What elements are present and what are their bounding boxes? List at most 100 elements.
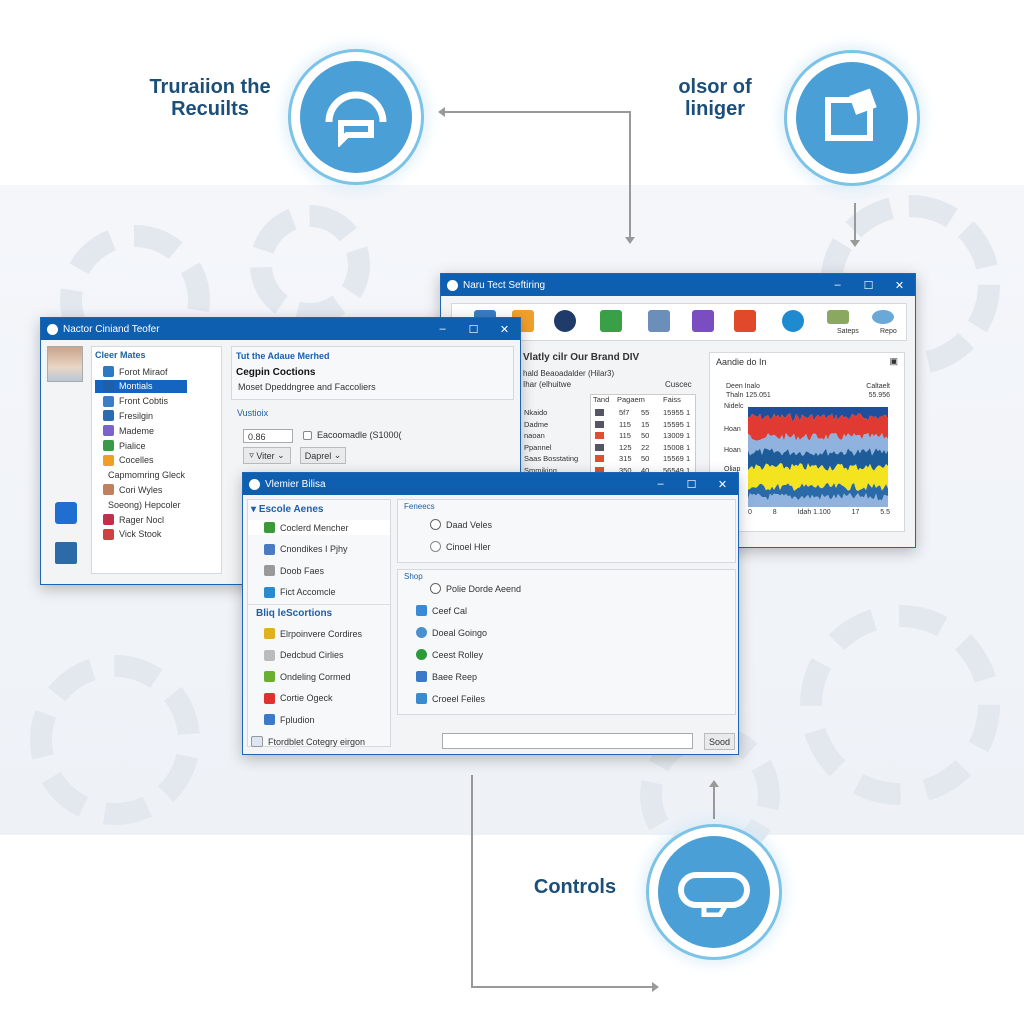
- list-item[interactable]: Cori Wyles: [95, 483, 187, 496]
- title-bar[interactable]: Naru Tect Seftiring – ☐ ✕: [441, 274, 915, 296]
- row-name: Ppannel: [524, 442, 552, 452]
- row-name: Nkaido: [524, 408, 548, 417]
- item-icon: [103, 425, 114, 437]
- tree-item[interactable]: Cnondikes I Pjhy: [248, 542, 390, 557]
- value-input[interactable]: 0.86: [243, 429, 293, 443]
- arrow-up-icon: [709, 780, 719, 787]
- tree-item[interactable]: Ondeling Cormed: [264, 671, 351, 682]
- close-button[interactable]: ✕: [489, 323, 520, 336]
- col-header: Pagaem: [617, 395, 645, 404]
- radio-option[interactable]: Cinoel Hler: [430, 541, 491, 552]
- shop-item[interactable]: Ceest Rolley: [416, 649, 483, 660]
- connector-line: [471, 775, 473, 987]
- panel-button[interactable]: Daprel ⌄: [300, 447, 346, 464]
- tree-item[interactable]: Fict Accomcle: [248, 585, 390, 600]
- tree-group[interactable]: ▾ Escole Aenes: [251, 504, 323, 515]
- tree-item[interactable]: Fpludion: [264, 714, 315, 725]
- list-item[interactable]: Rager Nocl: [95, 513, 187, 526]
- filter-button[interactable]: ▿ Viter ⌄: [243, 447, 291, 464]
- arrow-left-icon: [438, 107, 445, 117]
- chart-label: 55.956: [868, 392, 890, 399]
- maximize-button[interactable]: ☐: [676, 478, 707, 491]
- toolbar-button-icon[interactable]: [872, 310, 894, 324]
- toolbar-button-icon[interactable]: [554, 310, 576, 332]
- search-input[interactable]: [442, 733, 693, 749]
- device-icon[interactable]: [55, 542, 77, 564]
- tree-item[interactable]: Cortie Ogeck: [264, 692, 333, 704]
- list-item[interactable]: Mademe: [95, 424, 187, 437]
- list-item-label: Mademe: [119, 425, 155, 436]
- item-icon: [416, 605, 427, 616]
- button-label: Viter: [256, 450, 275, 461]
- title-bar[interactable]: Vlemier Bilisa – ☐ ✕: [243, 473, 738, 495]
- maximize-button[interactable]: ☐: [458, 323, 489, 336]
- send-button[interactable]: Sood: [704, 733, 735, 750]
- checkbox-icon[interactable]: [303, 430, 312, 440]
- list-item[interactable]: Forot Miraof: [95, 365, 187, 378]
- list-item[interactable]: Vick Stook: [95, 528, 187, 541]
- tree-item[interactable]: Doob Faes: [248, 563, 390, 578]
- export-icon[interactable]: ▣: [889, 356, 898, 367]
- toolbar-button-icon[interactable]: [600, 310, 622, 332]
- button-label: Daprel: [304, 450, 332, 461]
- x-label: 17: [851, 509, 860, 516]
- window-member-bills: Vlemier Bilisa – ☐ ✕ ▾ Escole Aenes Coclerd…: [242, 472, 739, 755]
- item-icon: [264, 543, 275, 555]
- tree-item[interactable]: Elrpoinvere Cordires: [264, 628, 362, 639]
- list-item[interactable]: Fresilgin: [95, 409, 187, 422]
- toolbar-button-icon[interactable]: [692, 310, 714, 332]
- shop-item[interactable]: Croeel Feiles: [416, 693, 485, 704]
- tree-group[interactable]: Bliq leScortions: [256, 608, 332, 619]
- list-item[interactable]: Capmomring Gleck: [95, 469, 187, 482]
- toolbar-button-icon[interactable]: [734, 310, 756, 332]
- radio-icon[interactable]: [430, 541, 441, 552]
- group-label: Escole Aenes: [258, 504, 324, 515]
- item-icon: [264, 671, 275, 682]
- list-item[interactable]: Cocelles: [95, 454, 187, 467]
- list-item[interactable]: Pialice: [95, 439, 187, 452]
- shop-item-label: Baee Reep: [432, 671, 478, 682]
- tree-item[interactable]: Coclerd Mencher: [248, 520, 390, 535]
- list-title: Cleer Mates: [95, 350, 146, 360]
- shop-item[interactable]: Ceef Cal: [416, 605, 467, 616]
- avatar[interactable]: [47, 346, 83, 382]
- window-title: Naru Tect Seftiring: [463, 279, 546, 291]
- y-label: Hoan: [724, 447, 741, 454]
- shop-item[interactable]: Doeal Goingo: [416, 627, 487, 638]
- shop-item[interactable]: Baee Reep: [416, 671, 477, 682]
- cell: 15595 1: [663, 419, 691, 429]
- close-button[interactable]: ✕: [707, 478, 738, 491]
- minimize-button[interactable]: –: [645, 478, 676, 491]
- list-item[interactable]: Montials: [95, 379, 187, 393]
- list-item-label: Cocelles: [119, 455, 154, 466]
- minimize-button[interactable]: –: [822, 279, 853, 292]
- app-icon: [249, 478, 260, 490]
- list-item[interactable]: Soeong) Hepcoler: [95, 498, 187, 511]
- radio-icon[interactable]: [430, 519, 441, 530]
- y-label: Nidelc: [724, 403, 744, 410]
- tree-item-label: Fict Accomcle: [280, 587, 336, 597]
- checkbox[interactable]: Eacoomadle (S1000(: [303, 430, 402, 440]
- method-panel: Tut the Adaue Merhed Cegpin Coctions Mos…: [231, 346, 514, 400]
- radio-icon[interactable]: [430, 583, 441, 594]
- item-icon: [103, 410, 114, 422]
- toolbar-label: Sateps: [837, 328, 859, 335]
- list-item[interactable]: Front Cobtis: [95, 395, 187, 408]
- footer-label: Ftordblet Cotegry eirgon: [251, 736, 365, 747]
- item-icon: [264, 565, 275, 576]
- item-icon: [416, 649, 427, 660]
- radio-option[interactable]: Daad Veles: [430, 519, 492, 530]
- maximize-button[interactable]: ☐: [853, 279, 884, 292]
- toolbar-button-icon[interactable]: [648, 310, 670, 332]
- close-button[interactable]: ✕: [884, 279, 915, 292]
- frame-label: Feneecs: [404, 502, 435, 511]
- radio-option[interactable]: Polie Dorde Aeend: [430, 583, 521, 594]
- tree-item[interactable]: Dedcbud Cirlies: [264, 649, 344, 661]
- title-bar[interactable]: Nactor Ciniand Teofer – ☐ ✕: [41, 318, 520, 340]
- tree-item-label: Fpludion: [280, 714, 315, 725]
- lock-icon[interactable]: [55, 502, 77, 524]
- toolbar-button-icon[interactable]: [827, 310, 849, 324]
- list-panel: Cleer Mates Forot Miraof Montials Front Co…: [91, 346, 222, 574]
- minimize-button[interactable]: –: [427, 323, 458, 336]
- toolbar-button-icon[interactable]: [782, 310, 804, 332]
